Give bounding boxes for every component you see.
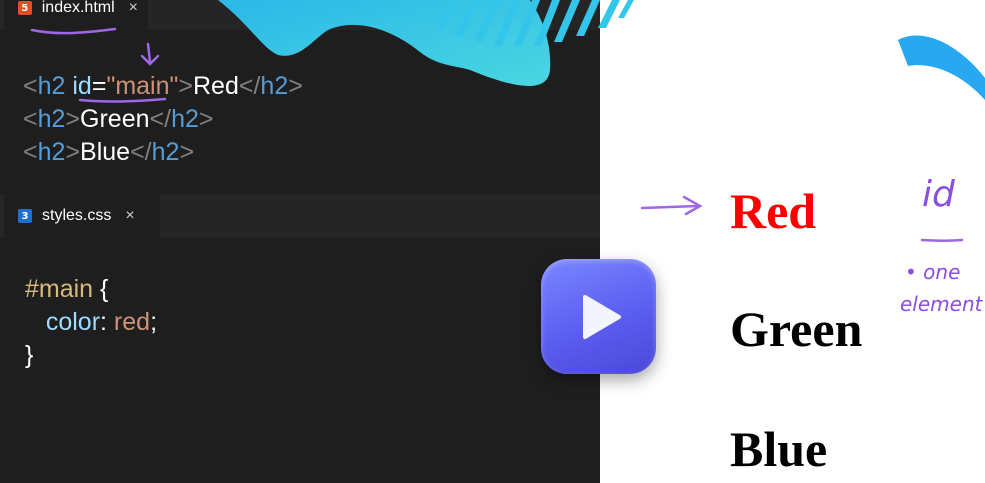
code-editor: 5 index.html × <h2 id="main">Red</h2> <h… (0, 0, 600, 483)
preview-heading-blue: Blue (730, 421, 828, 477)
tab-label: index.html (41, 0, 115, 16)
html5-icon: 5 (18, 1, 32, 15)
close-icon[interactable]: × (129, 0, 138, 17)
css-tab-bar: 3 styles.css × (0, 194, 600, 238)
code-line: <h2>Green</h2> (23, 105, 214, 133)
code-line: color: red; (45, 308, 158, 336)
html-tab-bar: 5 index.html × (0, 0, 600, 30)
annotation-one: • one (905, 260, 961, 284)
tab-index-html[interactable]: 5 index.html × (4, 0, 148, 30)
code-line: } (25, 341, 34, 369)
preview-heading-green: Green (730, 301, 863, 357)
tab-styles-css[interactable]: 3 styles.css × (4, 194, 160, 238)
code-line: <h2 id="main">Red</h2> (23, 72, 303, 100)
code-line: #main { (25, 275, 109, 303)
browser-preview: Red Green Blue id • one element (600, 0, 985, 483)
css-code: #main { color: red; } (25, 273, 157, 372)
play-icon (582, 294, 621, 339)
code-line: <h2>Blue</h2> (23, 138, 195, 166)
play-button[interactable] (541, 259, 656, 374)
css3-icon: 3 (18, 209, 32, 223)
annotation-id: id (922, 174, 955, 215)
preview-heading-red: Red (730, 183, 817, 239)
tab-label: styles.css (42, 207, 112, 224)
close-icon[interactable]: × (125, 207, 134, 225)
html-code: <h2 id="main">Red</h2> <h2>Green</h2> <h… (23, 70, 303, 169)
annotation-element: element (900, 292, 983, 316)
